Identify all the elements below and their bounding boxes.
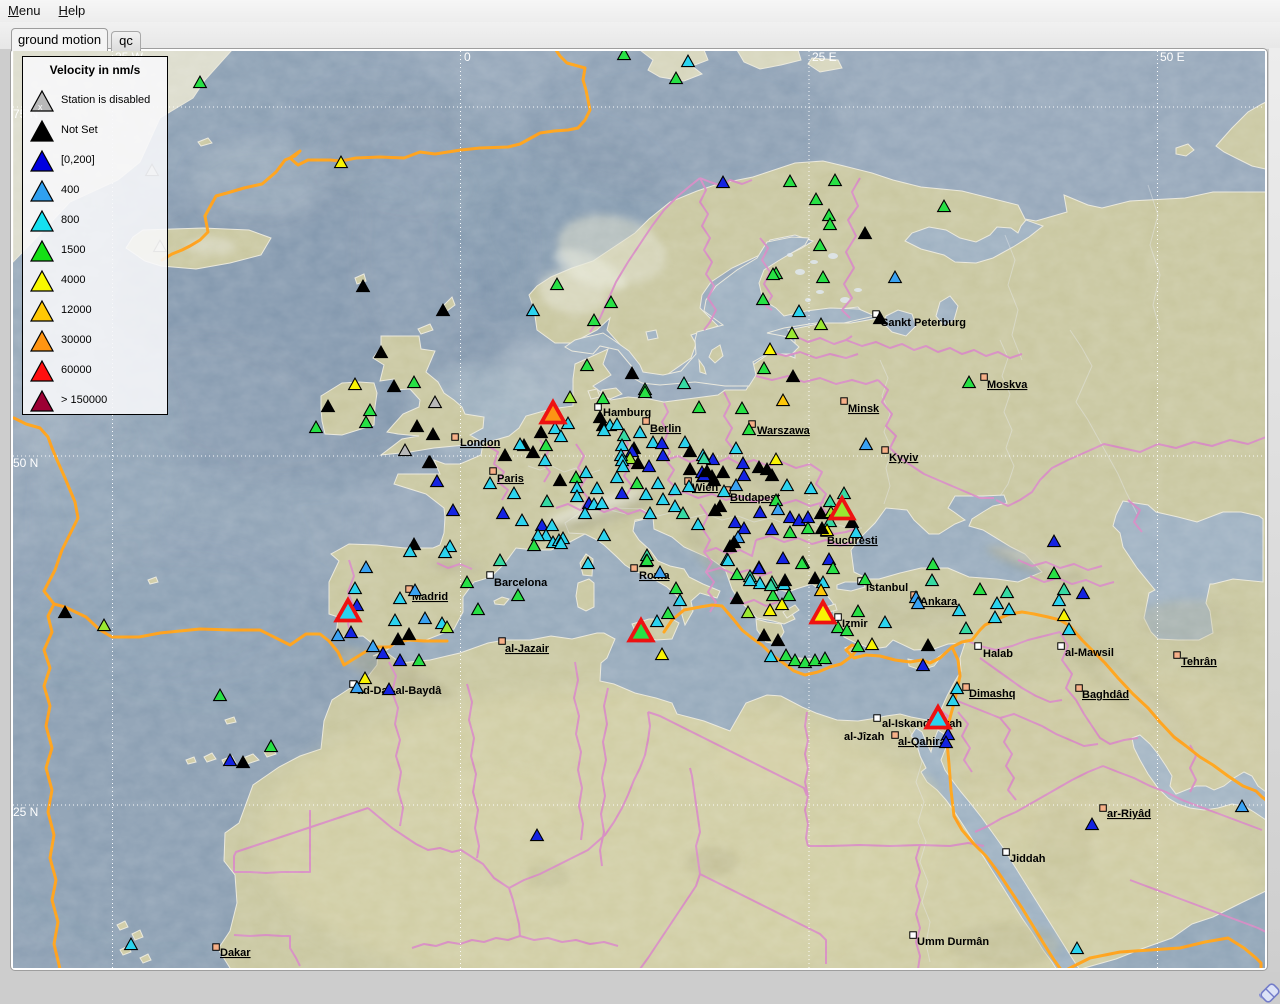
svg-text:50 N: 50 N bbox=[13, 456, 38, 470]
svg-text:Warszawa: Warszawa bbox=[757, 425, 811, 437]
svg-text:Jiddah: Jiddah bbox=[1010, 853, 1046, 865]
svg-text:al-Qahira: al-Qahira bbox=[898, 736, 947, 748]
svg-text:Dakar: Dakar bbox=[220, 947, 251, 959]
svg-text:Halab: Halab bbox=[983, 648, 1013, 660]
svg-text:x: x bbox=[38, 102, 43, 112]
svg-text:al-Jîzah: al-Jîzah bbox=[844, 731, 885, 743]
svg-text:Ankara: Ankara bbox=[920, 596, 958, 608]
svg-text:Barcelona: Barcelona bbox=[494, 577, 548, 589]
svg-text:ad-Dar-al-Baydâ: ad-Dar-al-Baydâ bbox=[357, 685, 442, 697]
svg-text:al-Jazair: al-Jazair bbox=[505, 643, 550, 655]
svg-text:London: London bbox=[460, 437, 501, 449]
svg-text:Minsk: Minsk bbox=[848, 403, 880, 415]
svg-text:ar-Riyâd: ar-Riyâd bbox=[1107, 808, 1151, 820]
svg-text:Dimashq: Dimashq bbox=[969, 688, 1015, 700]
svg-text:Sankt Peterburg: Sankt Peterburg bbox=[881, 317, 966, 329]
svg-text:0: 0 bbox=[464, 51, 471, 64]
svg-text:al-Mawsil: al-Mawsil bbox=[1065, 647, 1114, 659]
svg-text:25 N: 25 N bbox=[13, 805, 38, 819]
svg-text:Paris: Paris bbox=[497, 473, 524, 485]
svg-text:25 E: 25 E bbox=[812, 51, 837, 64]
svg-text:Tehrân: Tehrân bbox=[1181, 656, 1217, 668]
svg-text:50 E: 50 E bbox=[1160, 51, 1185, 64]
svg-text:Istanbul: Istanbul bbox=[866, 582, 908, 594]
svg-text:Moskva: Moskva bbox=[987, 379, 1028, 391]
svg-text:Hamburg: Hamburg bbox=[603, 407, 651, 419]
svg-text:Umm Durmân: Umm Durmân bbox=[917, 936, 989, 948]
svg-text:Kyyiv: Kyyiv bbox=[889, 452, 919, 464]
svg-text:Berlin: Berlin bbox=[650, 423, 681, 435]
svg-text:Baghdâd: Baghdâd bbox=[1082, 689, 1129, 701]
